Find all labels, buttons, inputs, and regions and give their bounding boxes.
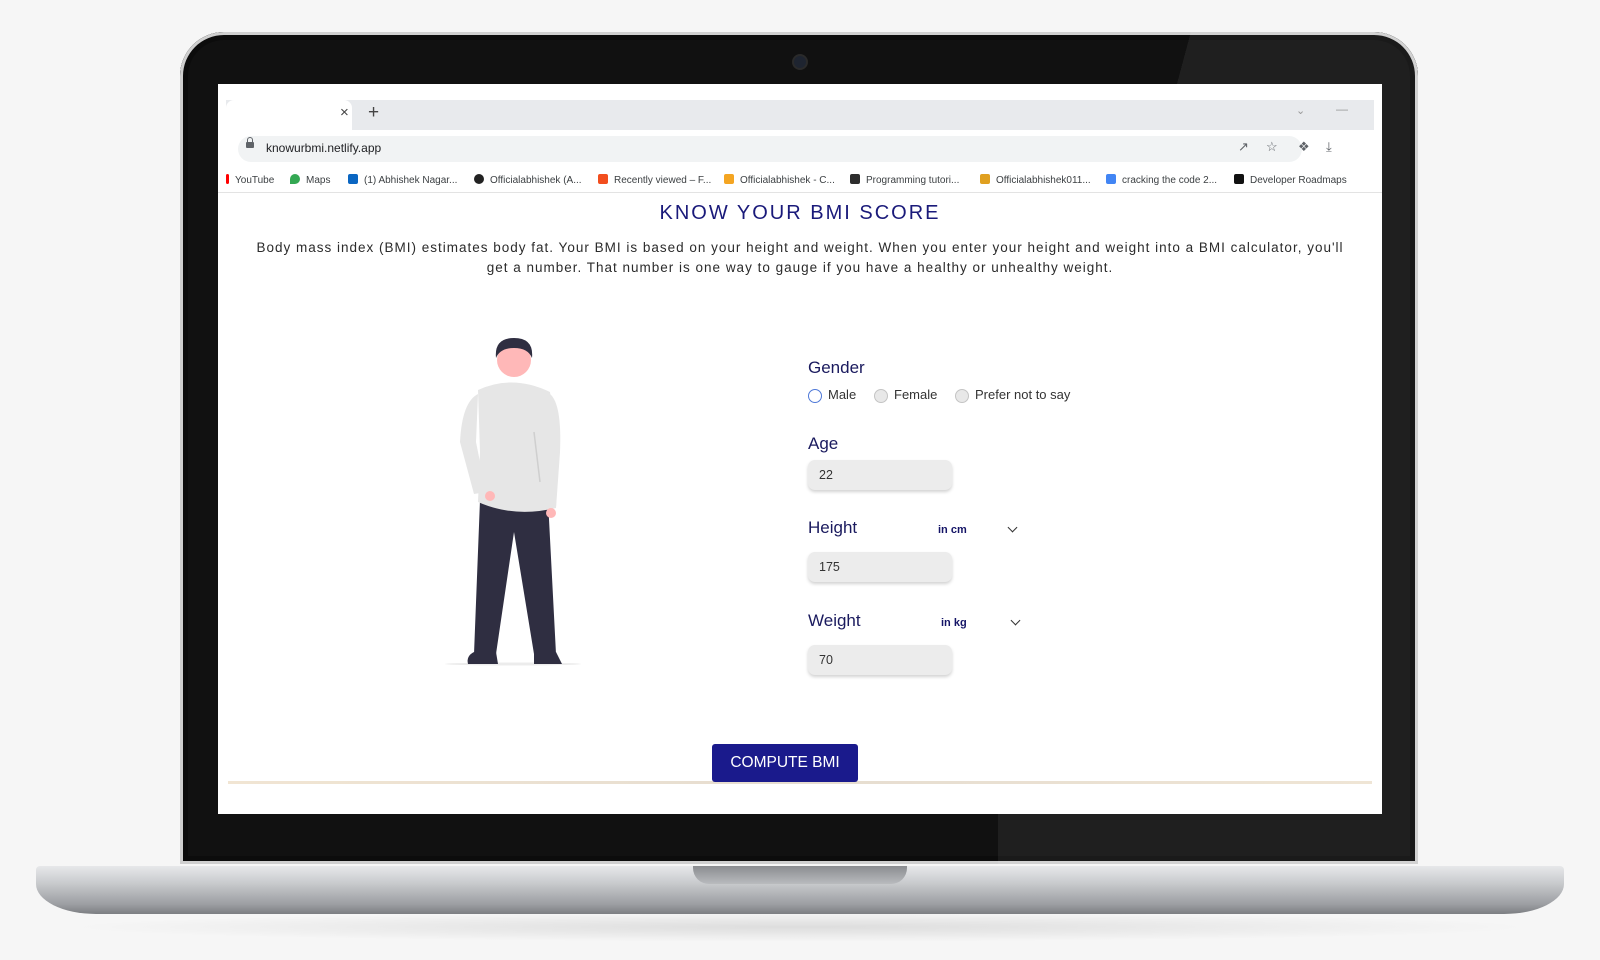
laptop-screen: × + ⌄ — knowurbmi.netlify.app ↗ ☆ ❖ ⤓ Yo…: [218, 84, 1382, 814]
youtube-icon: [226, 174, 229, 184]
chart-icon: [724, 174, 734, 184]
radio-label-male[interactable]: Male: [828, 387, 856, 402]
lock-icon: [246, 137, 254, 148]
figma-icon: [598, 174, 608, 184]
laptop-shadow: [60, 912, 1540, 942]
bookmark-label: Developer Roadmaps: [1250, 175, 1347, 186]
bookmark-label: Maps: [306, 175, 331, 186]
bookmark-star-icon[interactable]: ☆: [1266, 139, 1278, 155]
address-bar[interactable]: [238, 136, 1302, 162]
bookmark-linkedin[interactable]: (1) Abhishek Nagar...: [348, 174, 457, 186]
bookmark-figma[interactable]: Recently viewed – F...: [598, 174, 711, 186]
weight-unit-select[interactable]: in kg: [941, 617, 967, 629]
radio-prefer-not-to-say[interactable]: [955, 389, 969, 403]
bookmark-label: Officialabhishek011...: [996, 175, 1091, 186]
page-title: KNOW YOUR BMI SCORE: [659, 202, 941, 224]
gender-label: Gender: [808, 358, 865, 377]
close-tab-icon[interactable]: ×: [340, 104, 349, 121]
bookmark-roadmaps[interactable]: Developer Roadmaps: [1234, 174, 1347, 186]
age-label: Age: [808, 434, 839, 453]
compute-bmi-button[interactable]: COMPUTE BMI: [712, 744, 858, 782]
radio-female[interactable]: [874, 389, 888, 403]
leetcode-icon: [980, 174, 990, 184]
standing-person-illustration: [445, 338, 581, 666]
radio-label-female[interactable]: Female: [894, 387, 937, 402]
page-description: Body mass index (BMI) estimates body fat…: [256, 240, 1344, 275]
address-url[interactable]: knowurbmi.netlify.app: [266, 141, 381, 155]
chevron-down-icon[interactable]: [1007, 522, 1018, 533]
docs-icon: [1106, 174, 1116, 184]
bookmark-label: cracking the code 2...: [1122, 175, 1218, 186]
bookmark-hashnode[interactable]: Programming tutori...: [850, 174, 959, 186]
tab-search-icon[interactable]: ⌄: [1296, 104, 1305, 117]
weight-input[interactable]: 70: [808, 645, 952, 675]
bookmark-docs[interactable]: cracking the code 2...: [1106, 174, 1217, 186]
bookmark-label: YouTube: [235, 175, 275, 186]
extensions-icon[interactable]: ❖: [1298, 139, 1310, 155]
bookmark-label: Recently viewed – F...: [614, 175, 712, 186]
hashnode-icon: [850, 174, 860, 184]
chevron-down-icon[interactable]: [1010, 615, 1021, 626]
bookmark-label: Officialabhishek (A...: [490, 175, 582, 186]
bookmark-analytics[interactable]: Officialabhishek - C...: [724, 174, 835, 186]
share-icon[interactable]: ↗: [1238, 139, 1249, 155]
bookmark-maps[interactable]: Maps: [290, 174, 330, 186]
new-tab-icon[interactable]: +: [368, 102, 379, 124]
bookmark-github[interactable]: Officialabhishek (A...: [474, 174, 582, 186]
browser-tab[interactable]: [226, 100, 352, 130]
laptop-notch: [693, 866, 907, 884]
bookmark-youtube[interactable]: YouTube: [226, 174, 274, 186]
download-icon[interactable]: ⤓: [1326, 139, 1332, 155]
bookmark-label: Officialabhishek - C...: [740, 175, 835, 186]
minimize-icon[interactable]: —: [1336, 102, 1348, 116]
bookmarks-bar: YouTube Maps (1) Abhishek Nagar... Offic…: [218, 170, 1382, 193]
tab-strip: [226, 100, 1374, 130]
radio-male[interactable]: [808, 389, 822, 403]
bookmark-label: (1) Abhishek Nagar...: [364, 175, 458, 186]
height-input[interactable]: 175: [808, 552, 952, 582]
weight-label: Weight: [808, 611, 861, 630]
webcam-icon: [794, 56, 806, 68]
github-icon: [474, 174, 484, 184]
bookmark-label: Programming tutori...: [866, 175, 960, 186]
roadmap-icon: [1234, 174, 1244, 184]
height-unit-select[interactable]: in cm: [938, 524, 967, 536]
linkedin-icon: [348, 174, 358, 184]
maps-icon: [290, 174, 300, 184]
height-label: Height: [808, 518, 858, 537]
radio-label-prefer-not-to-say[interactable]: Prefer not to say: [975, 387, 1070, 402]
age-input[interactable]: 22: [808, 460, 952, 490]
bookmark-leetcode[interactable]: Officialabhishek011...: [980, 174, 1091, 186]
